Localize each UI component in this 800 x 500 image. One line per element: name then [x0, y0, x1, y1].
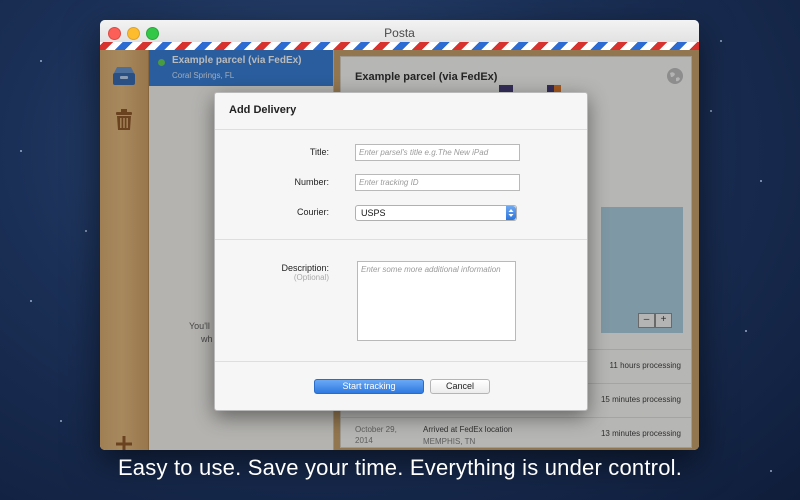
select-arrows-icon: [506, 206, 516, 220]
marketing-tagline: Easy to use. Save your time. Everything …: [117, 455, 683, 480]
tracking-number-field[interactable]: [355, 174, 520, 191]
divider: [215, 239, 587, 240]
optional-note: (Optional): [293, 273, 329, 282]
courier-select[interactable]: USPS: [355, 205, 517, 221]
divider: [215, 129, 587, 130]
add-delivery-dialog: Add Delivery Title: Number: Courier: USP…: [214, 92, 588, 411]
divider: [215, 361, 587, 362]
title-field[interactable]: [355, 144, 520, 161]
title-bar: Posta: [100, 20, 699, 50]
courier-label: Courier:: [296, 207, 329, 217]
description-label: Description:: [281, 263, 329, 273]
cancel-button[interactable]: Cancel: [430, 379, 490, 394]
courier-value: USPS: [361, 208, 386, 218]
start-tracking-button[interactable]: Start tracking: [314, 379, 424, 394]
dialog-title: Add Delivery: [229, 104, 297, 116]
description-field[interactable]: [357, 261, 516, 341]
title-label: Title:: [309, 147, 329, 157]
airmail-stripe: [100, 42, 699, 50]
window-title: Posta: [384, 26, 415, 40]
number-label: Number:: [294, 177, 329, 187]
